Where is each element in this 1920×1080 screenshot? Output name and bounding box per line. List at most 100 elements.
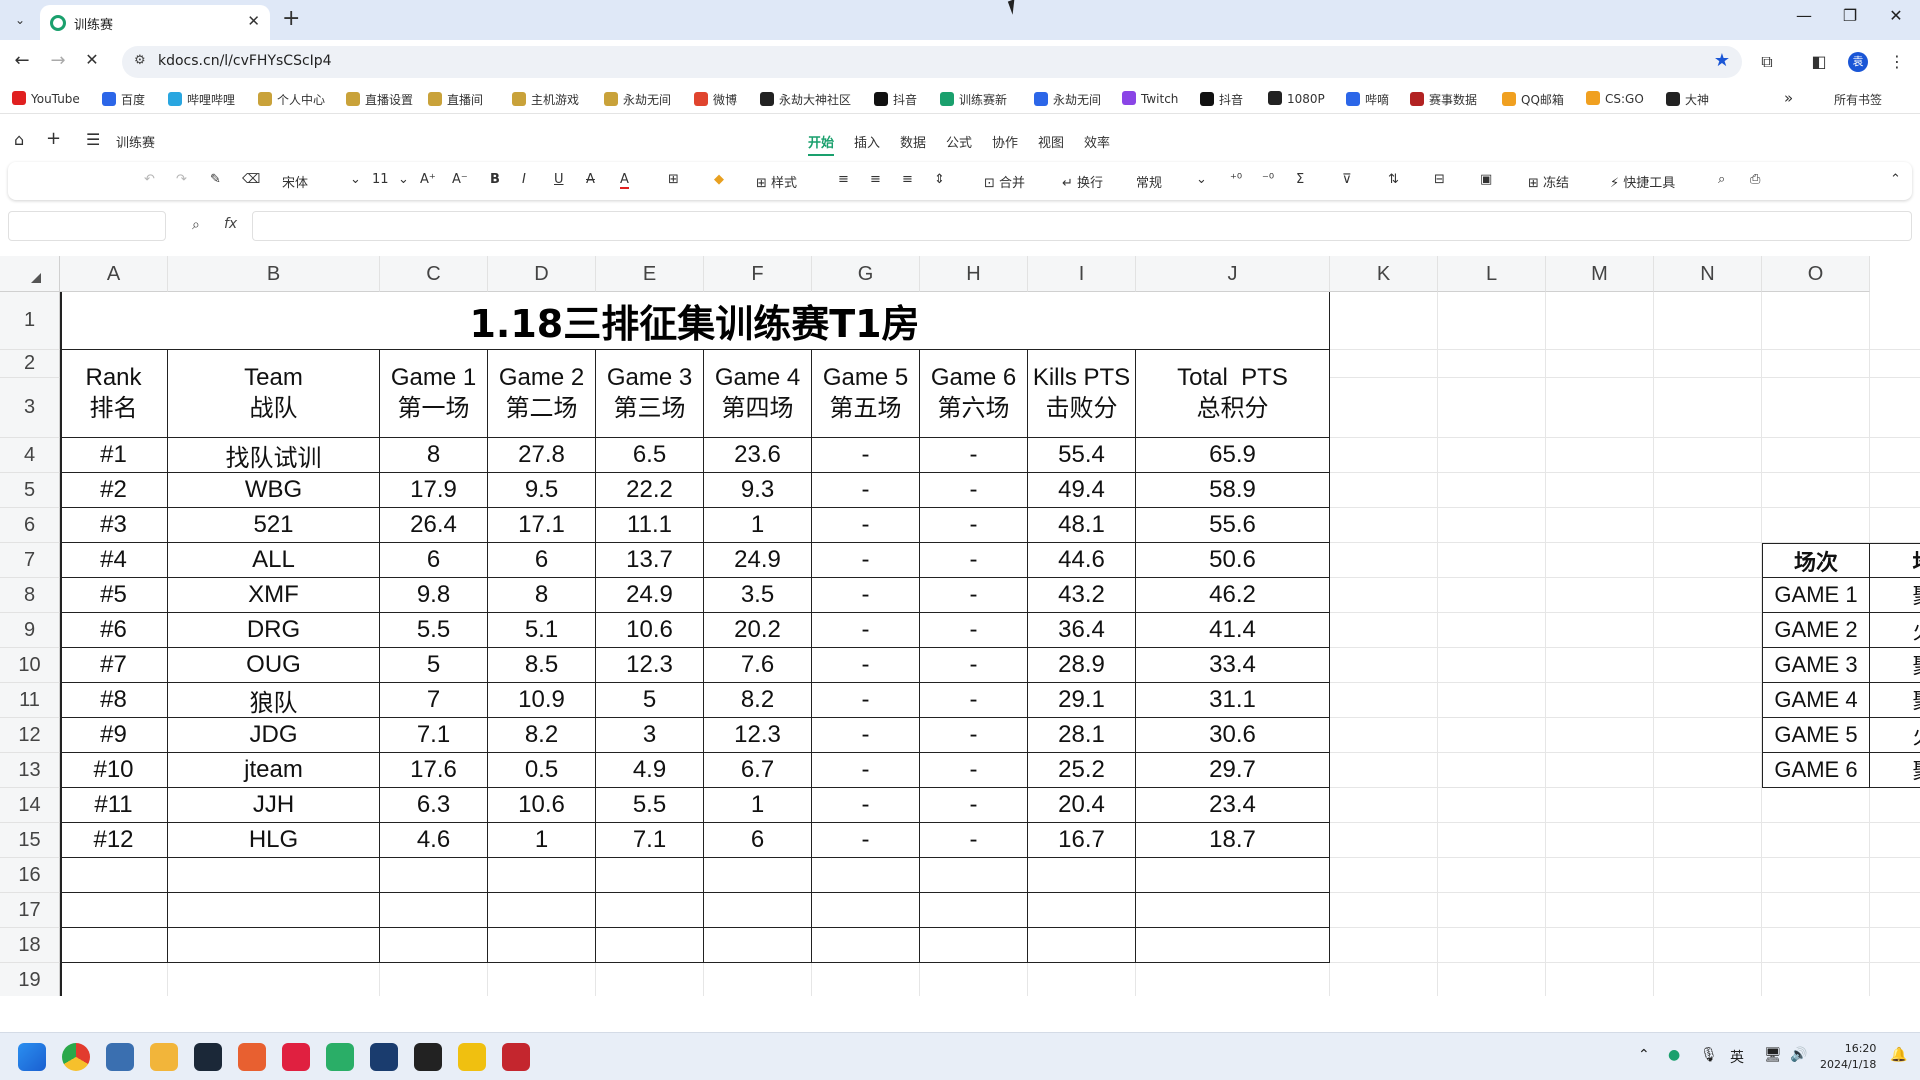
app-black-icon[interactable] <box>414 1043 442 1071</box>
table-cell[interactable]: 27.8 <box>488 438 596 473</box>
menu-tab[interactable]: 数据 <box>900 132 926 151</box>
table-cell[interactable]: #9 <box>60 718 168 753</box>
table-cell[interactable] <box>920 928 1028 963</box>
bookmark-item[interactable]: 赛事数据 <box>1410 91 1477 108</box>
table-cell[interactable]: - <box>812 613 920 648</box>
bookmark-item[interactable]: 抖音 <box>874 91 917 108</box>
table-cell[interactable]: jteam <box>168 753 380 788</box>
side-table-cell[interactable]: 火 <box>1870 718 1920 753</box>
cell-style-button[interactable]: ⊞ 样式 <box>756 172 797 191</box>
table-cell[interactable]: - <box>920 613 1028 648</box>
column-header[interactable]: B <box>168 256 380 292</box>
file-explorer-icon[interactable] <box>150 1043 178 1071</box>
table-cell[interactable]: 8 <box>488 578 596 613</box>
table-cell[interactable]: 58.9 <box>1136 473 1330 508</box>
table-cell[interactable]: 29.1 <box>1028 683 1136 718</box>
font-family-chevron-icon[interactable]: ⌄ <box>350 172 361 187</box>
table-cell[interactable] <box>60 893 168 928</box>
table-cell[interactable]: JJH <box>168 788 380 823</box>
windows-start-icon[interactable] <box>18 1043 46 1071</box>
column-title-cell[interactable]: Team 战队 <box>168 350 380 438</box>
table-cell[interactable]: - <box>920 578 1028 613</box>
table-cell[interactable]: - <box>812 788 920 823</box>
bookmark-item[interactable]: 抖音 <box>1200 91 1243 108</box>
table-cell[interactable] <box>596 858 704 893</box>
app-yellow-icon[interactable] <box>458 1043 486 1071</box>
table-cell[interactable]: - <box>812 823 920 858</box>
table-cell[interactable]: 9.5 <box>488 473 596 508</box>
column-header[interactable]: N <box>1654 256 1762 292</box>
side-table-cell[interactable]: GAME 1 <box>1762 578 1870 613</box>
underline-icon[interactable]: U <box>554 172 564 187</box>
browser-menu-icon[interactable]: ⋮ <box>1886 52 1908 71</box>
stop-loading-button[interactable]: ✕ <box>80 50 104 69</box>
tab-close-icon[interactable]: ✕ <box>247 12 260 30</box>
table-cell[interactable]: 10.6 <box>596 613 704 648</box>
side-table-header[interactable]: 地 <box>1870 543 1920 578</box>
table-cell[interactable]: - <box>920 753 1028 788</box>
browser-tab-active[interactable]: 训练赛 ✕ <box>40 5 270 40</box>
table-cell[interactable]: - <box>812 578 920 613</box>
table-cell[interactable]: 6 <box>488 543 596 578</box>
freeze-panes-button[interactable]: ⊞ 冻结 <box>1528 172 1569 191</box>
side-table-cell[interactable]: GAME 4 <box>1762 683 1870 718</box>
table-cell[interactable]: 22.2 <box>596 473 704 508</box>
menu-tab[interactable]: 协作 <box>992 132 1018 151</box>
bookmark-item[interactable]: 大神 <box>1666 91 1709 108</box>
merge-cells-button[interactable]: ⊡ 合并 <box>984 172 1025 191</box>
table-cell[interactable]: 7 <box>380 683 488 718</box>
table-cell[interactable] <box>380 928 488 963</box>
table-cell[interactable]: 8 <box>380 438 488 473</box>
column-title-cell[interactable]: Rank 排名 <box>60 350 168 438</box>
table-cell[interactable]: 16.7 <box>1028 823 1136 858</box>
row-header[interactable]: 16 <box>0 858 60 893</box>
table-cell[interactable]: 6.3 <box>380 788 488 823</box>
table-cell[interactable]: - <box>812 648 920 683</box>
row-header[interactable]: 10 <box>0 648 60 683</box>
table-cell[interactable] <box>488 858 596 893</box>
table-cell[interactable]: #11 <box>60 788 168 823</box>
column-header[interactable]: A <box>60 256 168 292</box>
table-cell[interactable]: 5.5 <box>596 788 704 823</box>
clear-format-icon[interactable]: ⌫ <box>242 172 260 187</box>
url-text[interactable]: kdocs.cn/l/cvFHYsCScIp4 <box>158 53 332 69</box>
close-window-button[interactable]: ✕ <box>1876 6 1916 25</box>
row-header[interactable]: 4 <box>0 438 60 473</box>
side-table-cell[interactable]: 火 <box>1870 613 1920 648</box>
table-cell[interactable]: 36.4 <box>1028 613 1136 648</box>
new-doc-icon[interactable]: + <box>46 128 61 149</box>
bookmark-item[interactable]: Twitch <box>1122 91 1178 106</box>
column-title-cell[interactable]: Total PTS 总积分 <box>1136 350 1330 438</box>
table-cell[interactable] <box>488 928 596 963</box>
table-cell[interactable]: 1 <box>704 508 812 543</box>
bookmark-item[interactable]: 哔嘀 <box>1346 91 1389 108</box>
table-cell[interactable]: 1 <box>488 823 596 858</box>
new-tab-button[interactable]: + <box>282 6 300 31</box>
table-cell[interactable]: 49.4 <box>1028 473 1136 508</box>
table-cell[interactable] <box>380 858 488 893</box>
table-cell[interactable]: 8.5 <box>488 648 596 683</box>
wechat-icon[interactable] <box>326 1043 354 1071</box>
row-header[interactable]: 8 <box>0 578 60 613</box>
bookmark-item[interactable]: YouTube <box>12 91 80 106</box>
bookmark-item[interactable]: 1080P <box>1268 91 1325 106</box>
bookmark-item[interactable]: 主机游戏 <box>512 91 579 108</box>
hamburger-menu-icon[interactable]: ☰ <box>86 130 100 149</box>
table-cell[interactable]: 23.4 <box>1136 788 1330 823</box>
find-icon[interactable]: ⌕ <box>1718 172 1725 187</box>
table-cell[interactable]: - <box>920 718 1028 753</box>
table-cell[interactable]: 8.2 <box>488 718 596 753</box>
table-cell[interactable] <box>60 928 168 963</box>
table-cell[interactable]: #10 <box>60 753 168 788</box>
table-cell[interactable]: HLG <box>168 823 380 858</box>
table-cell[interactable]: - <box>920 508 1028 543</box>
table-cell[interactable]: XMF <box>168 578 380 613</box>
number-format-chevron-icon[interactable]: ⌄ <box>1196 172 1207 187</box>
bookmarks-overflow-icon[interactable]: » <box>1784 89 1793 107</box>
table-cell[interactable]: #3 <box>60 508 168 543</box>
table-cell[interactable] <box>1136 893 1330 928</box>
tab-search-button[interactable]: ⌄ <box>8 8 32 32</box>
table-cell[interactable]: #1 <box>60 438 168 473</box>
ime-indicator[interactable]: 英 <box>1730 1047 1744 1067</box>
column-header[interactable]: C <box>380 256 488 292</box>
